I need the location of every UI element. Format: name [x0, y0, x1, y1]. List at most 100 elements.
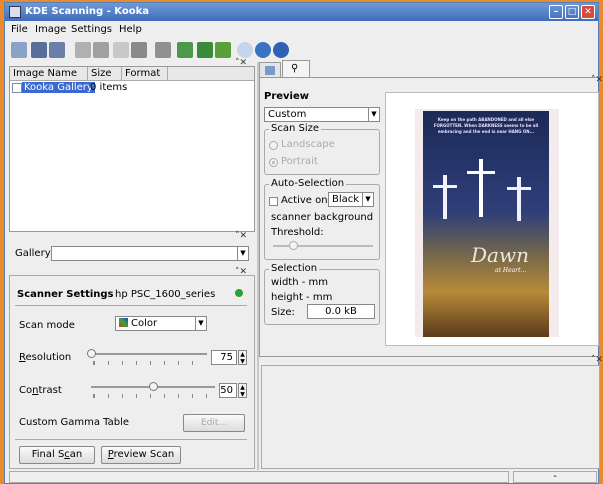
poster-dawn: Dawn	[471, 243, 529, 267]
gallery-root-item[interactable]: Kooka Gallery	[22, 82, 95, 93]
menu-bar: File Image Settings Help	[5, 22, 598, 38]
scale-to-width-icon[interactable]	[75, 42, 91, 58]
scanner-status-led	[235, 289, 243, 297]
toolbar	[5, 39, 598, 61]
window-title: KDE Scanning - Kooka	[25, 6, 150, 17]
status-bar-left	[9, 471, 509, 483]
selection-height: height - mm	[271, 292, 333, 303]
menu-file[interactable]: File	[11, 24, 28, 35]
resolution-spinbox[interactable]: 75	[211, 350, 237, 365]
magnifier-icon: ⚲	[291, 63, 299, 74]
column-format[interactable]: Format	[122, 67, 168, 81]
chevron-down-icon: ▼	[237, 247, 248, 260]
selection-width: width - mm	[271, 277, 329, 288]
zoom-icon[interactable]	[131, 42, 147, 58]
rotate-180-icon[interactable]	[273, 42, 289, 58]
scanned-poster	[423, 111, 549, 337]
app-icon[interactable]	[9, 6, 21, 18]
threshold-label: Threshold:	[271, 227, 324, 238]
mirror-horizontal-icon[interactable]	[197, 42, 213, 58]
title-bar[interactable]: KDE Scanning - Kooka – □ ✕	[5, 3, 598, 21]
gallery-select[interactable]: ▼	[51, 246, 249, 261]
resolution-label: Resolution	[19, 352, 72, 363]
resolution-stepper[interactable]: ▲ ▼	[238, 350, 247, 365]
active-on-checkbox[interactable]	[269, 197, 278, 206]
preview-size-value: Custom	[268, 109, 307, 120]
cross-left-vertical	[443, 175, 447, 219]
cross-center-vertical	[479, 159, 483, 217]
preview-title: Preview	[264, 91, 310, 102]
background-select[interactable]: Black ▼	[328, 192, 374, 207]
gamma-edit-button[interactable]: Edit...	[183, 414, 245, 432]
rotate-ccw-icon[interactable]	[255, 42, 271, 58]
contrast-slider-handle[interactable]	[149, 382, 158, 391]
contrast-stepper[interactable]: ▲ ▼	[238, 383, 247, 398]
resolution-slider-handle[interactable]	[87, 349, 96, 358]
landscape-label: Landscape	[281, 139, 335, 150]
landscape-radio[interactable]	[269, 141, 278, 150]
portrait-label: Portrait	[281, 156, 318, 167]
background-value: Black	[332, 194, 360, 205]
contrast-ticks	[93, 394, 211, 398]
cross-right-vertical	[517, 177, 521, 221]
menu-help[interactable]: Help	[119, 24, 142, 35]
tab-preview[interactable]: ⚲	[282, 60, 310, 78]
mirror-vertical-icon[interactable]	[177, 42, 193, 58]
color-mode-icon	[119, 318, 128, 327]
image-viewer-area	[261, 365, 600, 469]
threshold-slider-handle[interactable]	[289, 241, 298, 250]
lower-dock-close-icon[interactable]: ˄✕	[591, 355, 603, 365]
scanner-background-label: scanner background	[271, 212, 374, 223]
rotate-cw-icon[interactable]	[237, 42, 253, 58]
scale-to-height-icon[interactable]	[93, 42, 109, 58]
gallery-combo-dock-close-icon[interactable]: ˄✕	[235, 231, 247, 241]
scan-mode-label: Scan mode	[19, 320, 75, 331]
crop-icon[interactable]	[155, 42, 171, 58]
contrast-label: Contrast	[19, 385, 62, 396]
menu-settings[interactable]: Settings	[71, 24, 112, 35]
mirror-both-icon[interactable]	[215, 42, 231, 58]
scanner-device: hp PSC_1600_series	[115, 289, 216, 300]
cross-center-horizontal	[467, 171, 495, 174]
divider	[15, 305, 247, 306]
resolution-ticks	[93, 361, 205, 365]
close-button[interactable]: ✕	[581, 5, 595, 19]
preview-size-select[interactable]: Custom ▼	[264, 107, 380, 122]
poster-text: Keep on the path ABANDONED and all else …	[433, 117, 539, 134]
scan-size-group	[264, 129, 380, 175]
tab-gallery[interactable]	[259, 62, 281, 78]
final-scan-button[interactable]: Final Scan	[19, 446, 95, 464]
image-open-icon[interactable]	[31, 42, 47, 58]
chevron-down-icon: ▼	[362, 193, 373, 206]
preview-dock-close-icon[interactable]: ˄✕	[591, 75, 603, 85]
minimize-button[interactable]: –	[549, 5, 563, 19]
scanner-settings-title: Scanner Settings	[17, 289, 114, 300]
menu-image[interactable]: Image	[35, 24, 66, 35]
preview-scan-button[interactable]: Preview Scan	[101, 446, 181, 464]
resolution-slider-track[interactable]	[89, 353, 207, 355]
image-icon	[265, 66, 275, 75]
folder-icon	[12, 83, 22, 93]
header-filler	[168, 67, 254, 81]
chevron-down-icon: ▼	[368, 108, 379, 121]
threshold-slider-track[interactable]	[273, 245, 373, 247]
chevron-down-icon: ▼	[195, 317, 206, 330]
column-image-name[interactable]: Image Name	[10, 67, 88, 81]
gallery-root-size: 0 items	[90, 82, 128, 93]
cross-right-horizontal	[507, 187, 531, 190]
status-bar-right: -	[513, 471, 597, 483]
scan-mode-select[interactable]: Color ▼	[115, 316, 207, 331]
gallery-panel: Image Name Size Format Kooka Gallery 0 i…	[9, 66, 255, 232]
column-size[interactable]: Size	[88, 67, 122, 81]
selection-size-value: 0.0 kB	[307, 304, 375, 319]
print-icon[interactable]	[11, 42, 27, 58]
maximize-button[interactable]: □	[565, 5, 579, 19]
main-window: KDE Scanning - Kooka – □ ✕ File Image Se…	[4, 2, 603, 484]
image-save-icon[interactable]	[49, 42, 65, 58]
contrast-spinbox[interactable]: 50	[219, 383, 237, 398]
scan-mode-value: Color	[131, 318, 158, 329]
auto-selection-group-title: Auto-Selection	[269, 178, 347, 189]
original-size-icon[interactable]	[113, 42, 129, 58]
active-on-label: Active on	[281, 195, 328, 206]
portrait-radio[interactable]	[269, 158, 278, 167]
